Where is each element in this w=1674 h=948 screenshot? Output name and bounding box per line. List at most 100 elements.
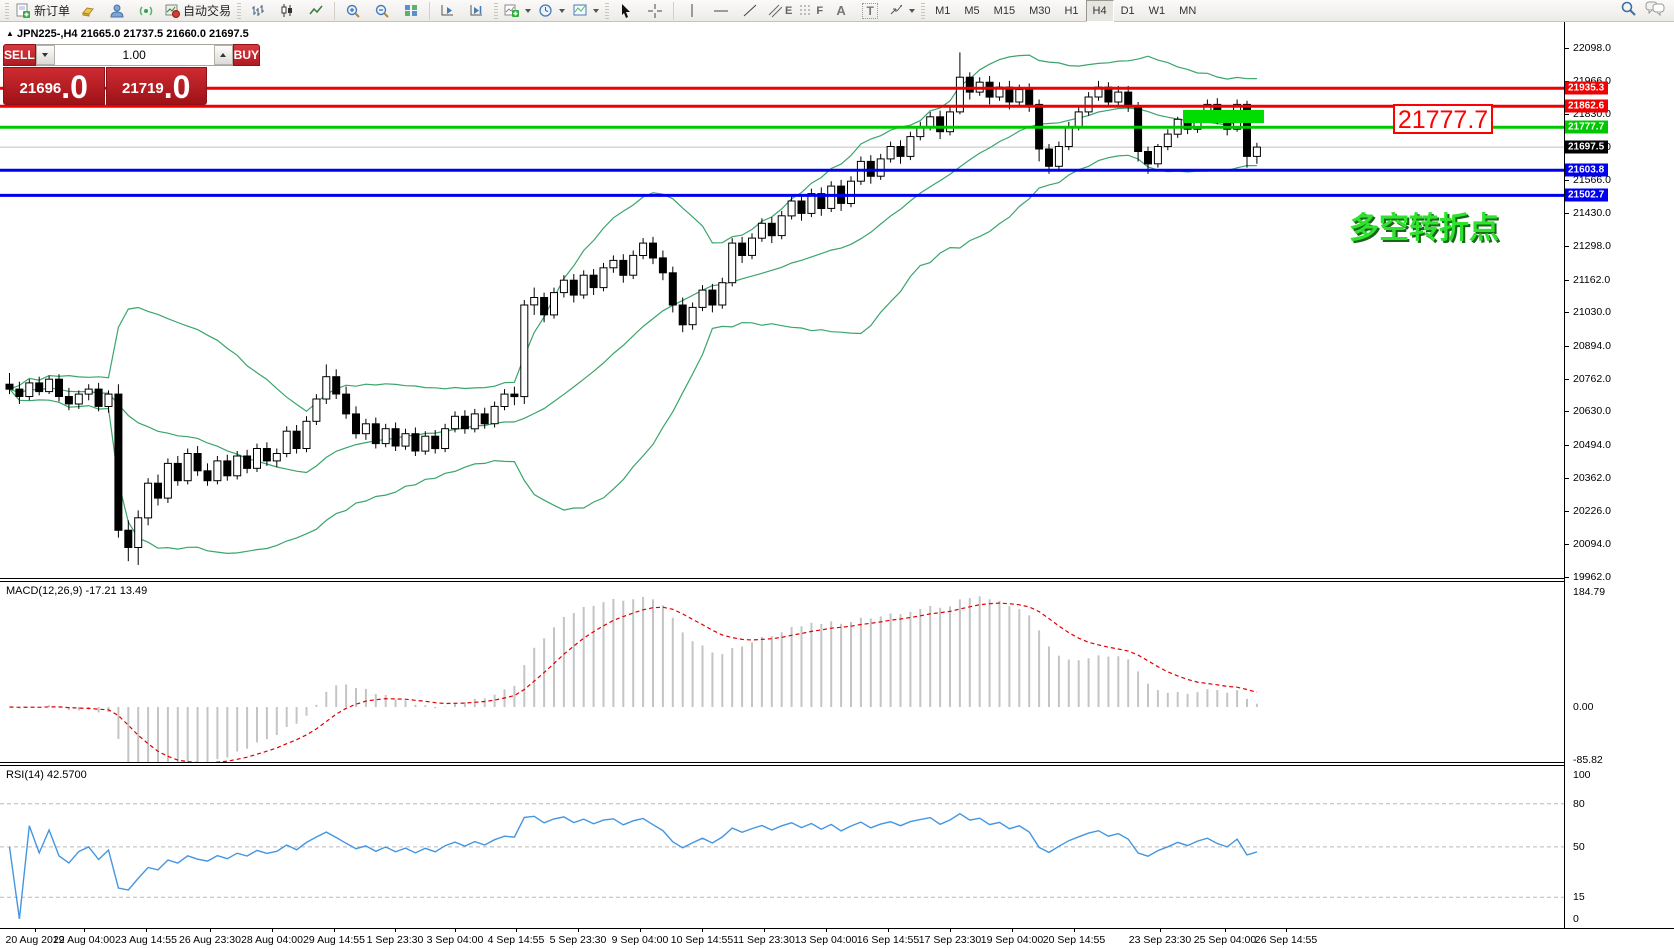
rsi-axis-label: 100: [1573, 769, 1591, 781]
timeframe-M5[interactable]: M5: [957, 0, 986, 22]
bar-chart-button[interactable]: [244, 0, 272, 22]
signal-icon: [138, 3, 154, 18]
chart-window: 21777.7多空转折点多空转折点 22098.021966.021830.02…: [0, 22, 1674, 948]
candlestick-icon: [279, 3, 295, 18]
pane-separator[interactable]: [0, 581, 1674, 582]
periods-button[interactable]: [535, 0, 568, 22]
pane-separator[interactable]: [0, 765, 1674, 766]
collapse-arrow-icon[interactable]: ▲: [6, 29, 14, 38]
timeframe-M30[interactable]: M30: [1022, 0, 1057, 22]
price-callout-text: 21777.7: [1398, 106, 1488, 134]
price-tick-mark: [1565, 511, 1569, 512]
rsi-axis-label: 50: [1573, 841, 1585, 853]
main-chart-pane[interactable]: 21777.7多空转折点多空转折点: [0, 22, 1564, 578]
price-tag: 21935.3: [1565, 82, 1608, 95]
price-tick-label: 20894.0: [1573, 340, 1611, 352]
crosshair-button[interactable]: [641, 0, 669, 22]
templates-button[interactable]: [569, 0, 602, 22]
trendline-icon: [742, 3, 758, 18]
rsi-axis-label: 15: [1573, 891, 1585, 903]
text-label-icon: T: [862, 3, 877, 19]
indicators-button[interactable]: [501, 0, 534, 22]
price-axis[interactable]: 22098.021966.021830.021698.021566.021430…: [1565, 22, 1674, 928]
fibonacci-icon: [799, 3, 813, 18]
vertical-line-button[interactable]: [678, 0, 706, 22]
price-tick-mark: [1565, 544, 1569, 545]
macd-axis-label: 0.00: [1573, 701, 1593, 713]
timeframe-H1[interactable]: H1: [1057, 0, 1085, 22]
main-toolbar: 新订单 自动交易: [0, 0, 1674, 22]
fibonacci-letter: F: [816, 5, 823, 17]
cursor-button[interactable]: [612, 0, 640, 22]
trendline-button[interactable]: [736, 0, 764, 22]
auto-trading-button[interactable]: 自动交易: [161, 0, 234, 22]
buy-price-quote[interactable]: 21719.0: [106, 67, 208, 105]
chart-shift-button[interactable]: [463, 0, 491, 22]
channel-button[interactable]: E: [765, 0, 795, 22]
macd-axis-label: 184.79: [1573, 586, 1605, 598]
time-tick-label: 29 Aug 14:55: [303, 934, 365, 946]
text-button[interactable]: A: [827, 0, 855, 22]
toolbar-grip[interactable]: [494, 3, 498, 19]
time-tick-label: 16 Sep 14:55: [857, 934, 919, 946]
signals-button[interactable]: [132, 0, 160, 22]
community-button[interactable]: [103, 0, 131, 22]
toolbar-grip[interactable]: [237, 3, 241, 19]
price-tick-mark: [1565, 478, 1569, 479]
toolbar-grip[interactable]: [5, 3, 9, 19]
timeframe-W1[interactable]: W1: [1142, 0, 1173, 22]
pane-separator[interactable]: [0, 762, 1674, 763]
fibonacci-button[interactable]: F: [796, 0, 826, 22]
horizontal-line-icon: [713, 3, 729, 18]
timeframe-M1[interactable]: M1: [928, 0, 957, 22]
price-tag: 21502.7: [1565, 189, 1608, 202]
price-tick-label: 20362.0: [1573, 472, 1611, 484]
time-tick-label: 25 Sep 04:00: [1194, 934, 1256, 946]
candlestick-chart-button[interactable]: [273, 0, 301, 22]
line-chart-button[interactable]: [302, 0, 330, 22]
arrows-button[interactable]: [885, 0, 918, 22]
volume-input[interactable]: [55, 45, 214, 65]
timeframe-D1[interactable]: D1: [1114, 0, 1142, 22]
pane-separator[interactable]: [0, 578, 1674, 579]
macd-axis-label: -85.82: [1573, 754, 1603, 766]
market-button[interactable]: [74, 0, 102, 22]
rsi-axis-label: 80: [1573, 798, 1585, 810]
one-click-trading-panel: SELL BUY 21696.0 21719.0: [3, 44, 207, 105]
buy-button[interactable]: BUY: [233, 44, 260, 66]
tile-windows-button[interactable]: [397, 0, 425, 22]
price-tick-mark: [1565, 445, 1569, 446]
toolbar-grip[interactable]: [921, 3, 925, 19]
zoom-out-icon: [374, 3, 390, 19]
horizontal-line-button[interactable]: [707, 0, 735, 22]
volume-decrease-button[interactable]: [36, 45, 55, 65]
macd-pane[interactable]: [0, 581, 1564, 762]
time-tick-label: 10 Sep 14:55: [671, 934, 733, 946]
zoom-out-button[interactable]: [368, 0, 396, 22]
chat-icon[interactable]: [1645, 0, 1665, 21]
gold-icon: [80, 4, 96, 18]
sell-price-pips: .0: [61, 72, 88, 102]
text-label-button[interactable]: T: [856, 0, 884, 22]
time-tick-label: 11 Sep 23:30: [733, 934, 795, 946]
rsi-pane[interactable]: [0, 765, 1564, 928]
price-tick-label: 21430.0: [1573, 207, 1611, 219]
price-tick-mark: [1565, 114, 1569, 115]
new-order-label: 新订单: [34, 2, 70, 19]
sell-price-quote[interactable]: 21696.0: [3, 67, 105, 105]
new-order-button[interactable]: 新订单: [12, 0, 73, 22]
auto-scroll-button[interactable]: [434, 0, 462, 22]
toolbar-grip[interactable]: [605, 3, 609, 19]
price-tick-mark: [1565, 411, 1569, 412]
timeframe-H4[interactable]: H4: [1086, 0, 1114, 22]
timeframe-M15[interactable]: M15: [987, 0, 1022, 22]
price-tag: 21697.5: [1565, 141, 1608, 154]
zoom-in-button[interactable]: [339, 0, 367, 22]
volume-increase-button[interactable]: [214, 45, 233, 65]
tile-windows-icon: [403, 3, 419, 18]
timeframe-MN[interactable]: MN: [1172, 0, 1203, 22]
search-icon[interactable]: [1620, 0, 1637, 22]
price-tick-mark: [1565, 379, 1569, 380]
time-tick-label: 9 Sep 04:00: [612, 934, 669, 946]
sell-button[interactable]: SELL: [3, 44, 36, 66]
